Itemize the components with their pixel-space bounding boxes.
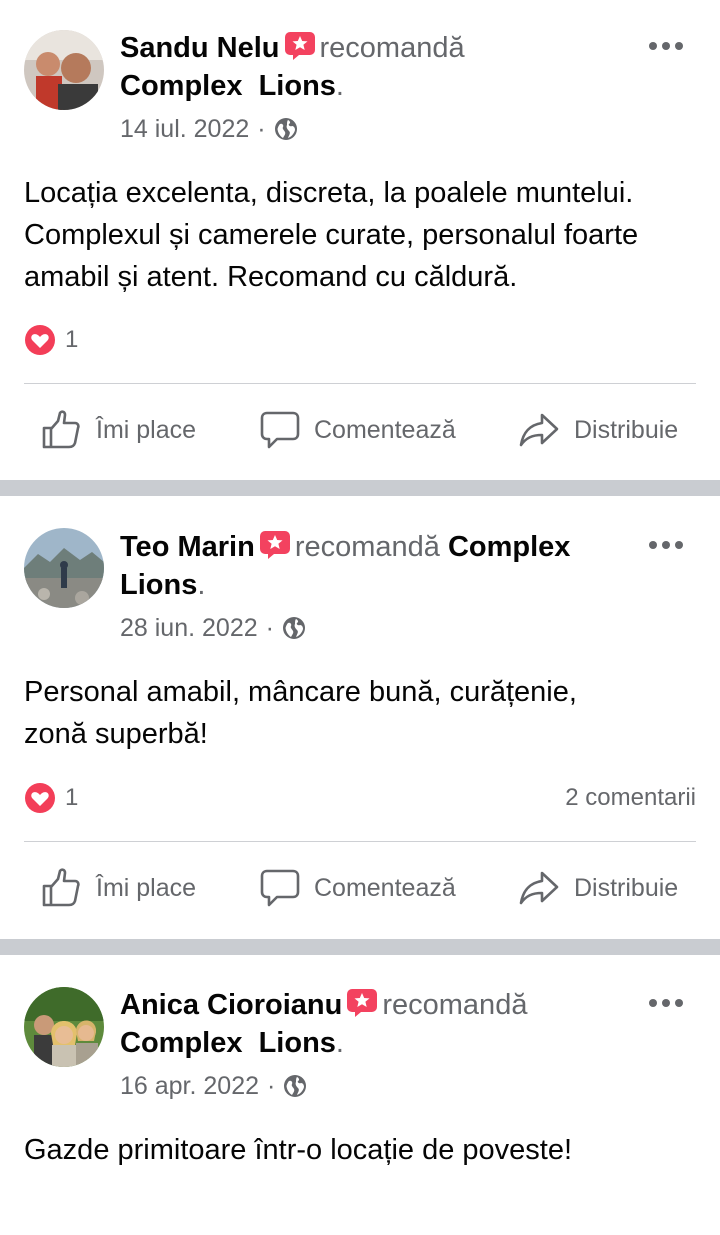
recommendation-badge-icon <box>284 32 315 60</box>
reaction-count: 1 <box>65 326 79 353</box>
post-text: Gazde primitoare într-o locație de poves… <box>24 1134 573 1166</box>
post-date[interactable]: 16 apr. 2022 <box>120 1071 259 1101</box>
share-arrow-icon <box>519 413 559 447</box>
globe-icon <box>282 617 305 639</box>
action-bar: Îmi place Comentează Distribuie <box>0 402 720 458</box>
post-text: Locația excelenta, discreta, la poalele … <box>24 177 639 293</box>
author-name[interactable]: Anica Cioroianu <box>120 989 342 1021</box>
comment-bubble-icon <box>260 411 300 449</box>
post-separator <box>0 939 720 955</box>
post-meta: 14 iul. 2022 · <box>120 114 298 144</box>
share-button[interactable]: Distribuie <box>518 402 678 458</box>
share-label: Distribuie <box>574 873 679 902</box>
recommendation-badge-icon <box>259 531 290 559</box>
like-thumb-icon <box>42 410 80 449</box>
post-separator <box>0 480 720 496</box>
share-arrow-icon <box>519 871 559 905</box>
page-name[interactable]: Complex Lions <box>120 70 336 102</box>
share-button[interactable]: Distribuie <box>518 860 678 916</box>
comment-label: Comentează <box>314 415 456 444</box>
more-options-icon[interactable] <box>648 996 684 1010</box>
globe-icon <box>284 1075 307 1097</box>
comments-count[interactable]: 2 comentarii <box>565 784 696 812</box>
sentence-end: . <box>197 569 206 601</box>
comment-label: Comentează <box>314 873 456 902</box>
comment-button[interactable]: Comentează <box>260 402 456 458</box>
post-1: Sandu Nelu recomandă Complex Lions. 14 iul… <box>0 0 720 480</box>
avatar[interactable] <box>24 987 104 1067</box>
reaction-count: 1 <box>65 784 79 811</box>
meta-separator: · <box>267 1072 276 1100</box>
more-options-icon[interactable] <box>648 538 684 552</box>
share-label: Distribuie <box>574 415 679 444</box>
reactions-bar[interactable]: 1 2 comentarii <box>24 781 696 815</box>
post-2: Teo Marin recomandă Complex Lions. 28 iun… <box>0 496 720 939</box>
recommends-text: recomandă <box>294 531 440 563</box>
post-header: Anica Cioroianu recomandă Complex Lions. <box>120 986 630 1062</box>
recommends-text: recomandă <box>382 989 528 1021</box>
author-name[interactable]: Teo Marin <box>120 531 255 563</box>
page-name[interactable]: Complex Lions <box>120 1027 336 1059</box>
post-date[interactable]: 14 iul. 2022 <box>120 114 249 144</box>
sentence-end: . <box>335 1027 344 1059</box>
post-meta: 28 iun. 2022 · <box>120 613 306 643</box>
comment-bubble-icon <box>260 869 300 907</box>
like-label: Îmi place <box>96 873 197 902</box>
like-thumb-icon <box>42 868 80 907</box>
like-label: Îmi place <box>96 415 197 444</box>
meta-separator: · <box>265 614 274 642</box>
recommendation-badge-icon <box>347 989 378 1017</box>
divider <box>24 383 696 384</box>
author-name[interactable]: Sandu Nelu <box>120 32 280 64</box>
comment-button[interactable]: Comentează <box>260 860 456 916</box>
avatar[interactable] <box>24 30 104 110</box>
post-meta: 16 apr. 2022 · <box>120 1071 307 1101</box>
more-options-icon[interactable] <box>648 39 684 53</box>
post-date[interactable]: 28 iun. 2022 <box>120 613 258 643</box>
globe-icon <box>274 118 297 140</box>
post-header: Sandu Nelu recomandă Complex Lions. <box>120 29 630 105</box>
sentence-end: . <box>335 70 344 102</box>
post-header: Teo Marin recomandă Complex Lions. <box>120 528 630 604</box>
heart-reaction-icon <box>25 783 55 813</box>
like-button[interactable]: Îmi place <box>40 860 196 916</box>
reactions-bar[interactable]: 1 <box>24 323 696 357</box>
meta-separator: · <box>257 115 266 143</box>
divider <box>24 841 696 842</box>
action-bar: Îmi place Comentează Distribuie <box>0 860 720 916</box>
post-3: Anica Cioroianu recomandă Complex Lions. 1… <box>0 955 720 1235</box>
like-button[interactable]: Îmi place <box>40 402 196 458</box>
avatar[interactable] <box>24 528 104 608</box>
heart-reaction-icon <box>25 325 55 355</box>
post-text: Personal amabil, mâncare bună, curățenie… <box>24 676 577 750</box>
recommends-text: recomandă <box>319 32 465 64</box>
